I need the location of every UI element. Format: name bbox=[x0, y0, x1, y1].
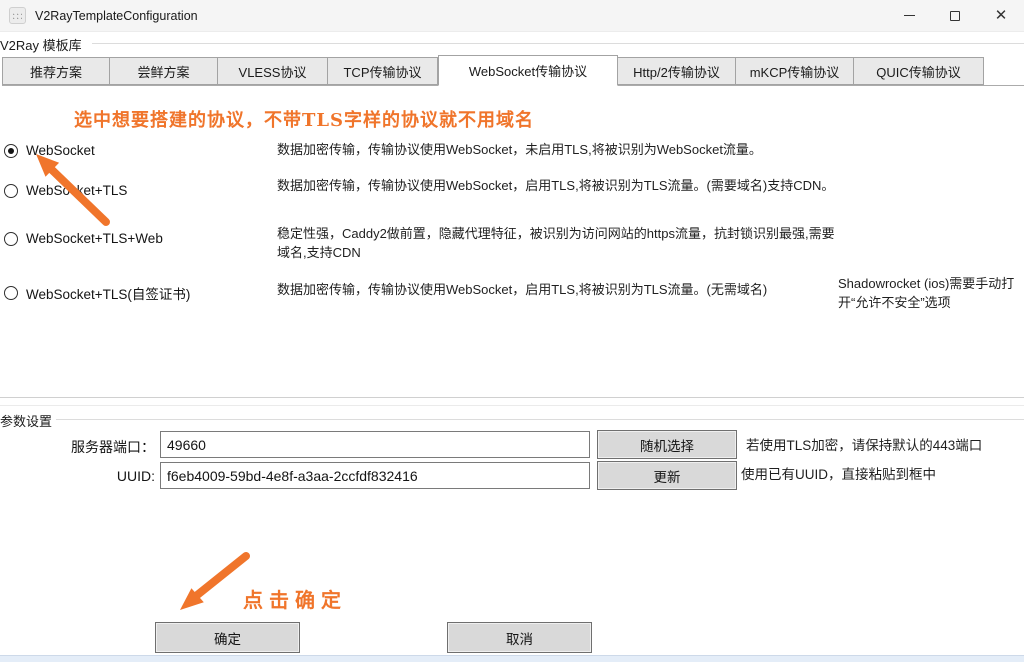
annotation-select-protocol: 选中想要搭建的协议，不带TLS字样的协议就不用域名 bbox=[74, 106, 534, 132]
maximize-icon bbox=[950, 11, 960, 21]
groupbox-library-label: V2Ray 模板库 bbox=[0, 35, 82, 54]
tab-websocket[interactable]: WebSocket传输协议 bbox=[438, 55, 618, 86]
taskbar-edge bbox=[0, 655, 1024, 662]
window-controls: ✕ bbox=[886, 0, 1024, 32]
groupbox-library-line bbox=[92, 43, 1024, 44]
tab-mkcp[interactable]: mKCP传输协议 bbox=[736, 57, 854, 85]
title-bar: V2RayTemplateConfiguration ✕ bbox=[0, 0, 1024, 32]
radio-websocket-tls-selfsigned-label[interactable]: WebSocket+TLS(自签证书) bbox=[26, 283, 190, 303]
tab-tcp[interactable]: TCP传输协议 bbox=[328, 57, 438, 85]
radio-websocket-tls-web-label[interactable]: WebSocket+TLS+Web bbox=[26, 231, 163, 246]
minimize-button[interactable] bbox=[886, 0, 932, 32]
tab-quic[interactable]: QUIC传输协议 bbox=[854, 57, 984, 85]
ok-button[interactable]: 确定 bbox=[155, 622, 300, 653]
radio-websocket-tls[interactable] bbox=[4, 184, 18, 198]
protocol-option-websocket-tls-web[interactable]: WebSocket+TLS+Web bbox=[4, 231, 163, 246]
port-hint: 若使用TLS加密，请保持默认的443端口 bbox=[746, 434, 982, 454]
maximize-button[interactable] bbox=[932, 0, 978, 32]
groupbox-params-label: 参数设置 bbox=[0, 411, 52, 430]
radio-websocket[interactable] bbox=[4, 144, 18, 158]
separator-line bbox=[0, 397, 1024, 398]
tab-vless[interactable]: VLESS协议 bbox=[218, 57, 328, 85]
desc-websocket: 数据加密传输，传输协议使用WebSocket，未启用TLS,将被识别为WebSo… bbox=[277, 140, 843, 159]
window-title: V2RayTemplateConfiguration bbox=[35, 9, 198, 23]
desc-websocket-tls-web: 稳定性强，Caddy2做前置，隐藏代理特征，被识别为访问网站的https流量，抗… bbox=[277, 224, 843, 262]
tab-strip: 推荐方案 尝鲜方案 VLESS协议 TCP传输协议 WebSocket传输协议 … bbox=[2, 55, 1024, 86]
random-select-button[interactable]: 随机选择 bbox=[597, 430, 737, 459]
close-button[interactable]: ✕ bbox=[978, 0, 1024, 32]
arrow-to-websocket-option bbox=[28, 150, 116, 230]
uuid-hint: 使用已有UUID，直接粘贴到框中 bbox=[741, 463, 936, 483]
protocol-option-websocket-tls-selfsigned[interactable]: WebSocket+TLS(自签证书) bbox=[4, 283, 190, 303]
radio-websocket-tls-web[interactable] bbox=[4, 232, 18, 246]
minimize-icon bbox=[904, 15, 915, 16]
groupbox-params-line bbox=[56, 419, 1024, 420]
tab-http2[interactable]: Http/2传输协议 bbox=[618, 57, 736, 85]
tab-recommended[interactable]: 推荐方案 bbox=[2, 57, 110, 85]
server-port-input[interactable] bbox=[160, 431, 590, 458]
arrow-to-ok-button bbox=[170, 548, 260, 618]
server-port-label: 服务器端口： bbox=[3, 437, 155, 457]
app-icon bbox=[9, 7, 26, 24]
shadowrocket-note: Shadowrocket (ios)需要手动打开“允许不安全”选项 bbox=[838, 274, 1020, 312]
separator-line-2 bbox=[0, 405, 1024, 406]
tab-fresh[interactable]: 尝鲜方案 bbox=[110, 57, 218, 85]
desc-websocket-tls-selfsigned: 数据加密传输，传输协议使用WebSocket，启用TLS,将被识别为TLS流量。… bbox=[277, 280, 843, 299]
update-button[interactable]: 更新 bbox=[597, 461, 737, 490]
uuid-label: UUID: bbox=[3, 468, 155, 484]
desc-websocket-tls: 数据加密传输，传输协议使用WebSocket，启用TLS,将被识别为TLS流量。… bbox=[277, 176, 843, 195]
close-icon: ✕ bbox=[995, 8, 1008, 23]
cancel-button[interactable]: 取消 bbox=[447, 622, 592, 653]
radio-websocket-tls-selfsigned[interactable] bbox=[4, 286, 18, 300]
uuid-input[interactable] bbox=[160, 462, 590, 489]
